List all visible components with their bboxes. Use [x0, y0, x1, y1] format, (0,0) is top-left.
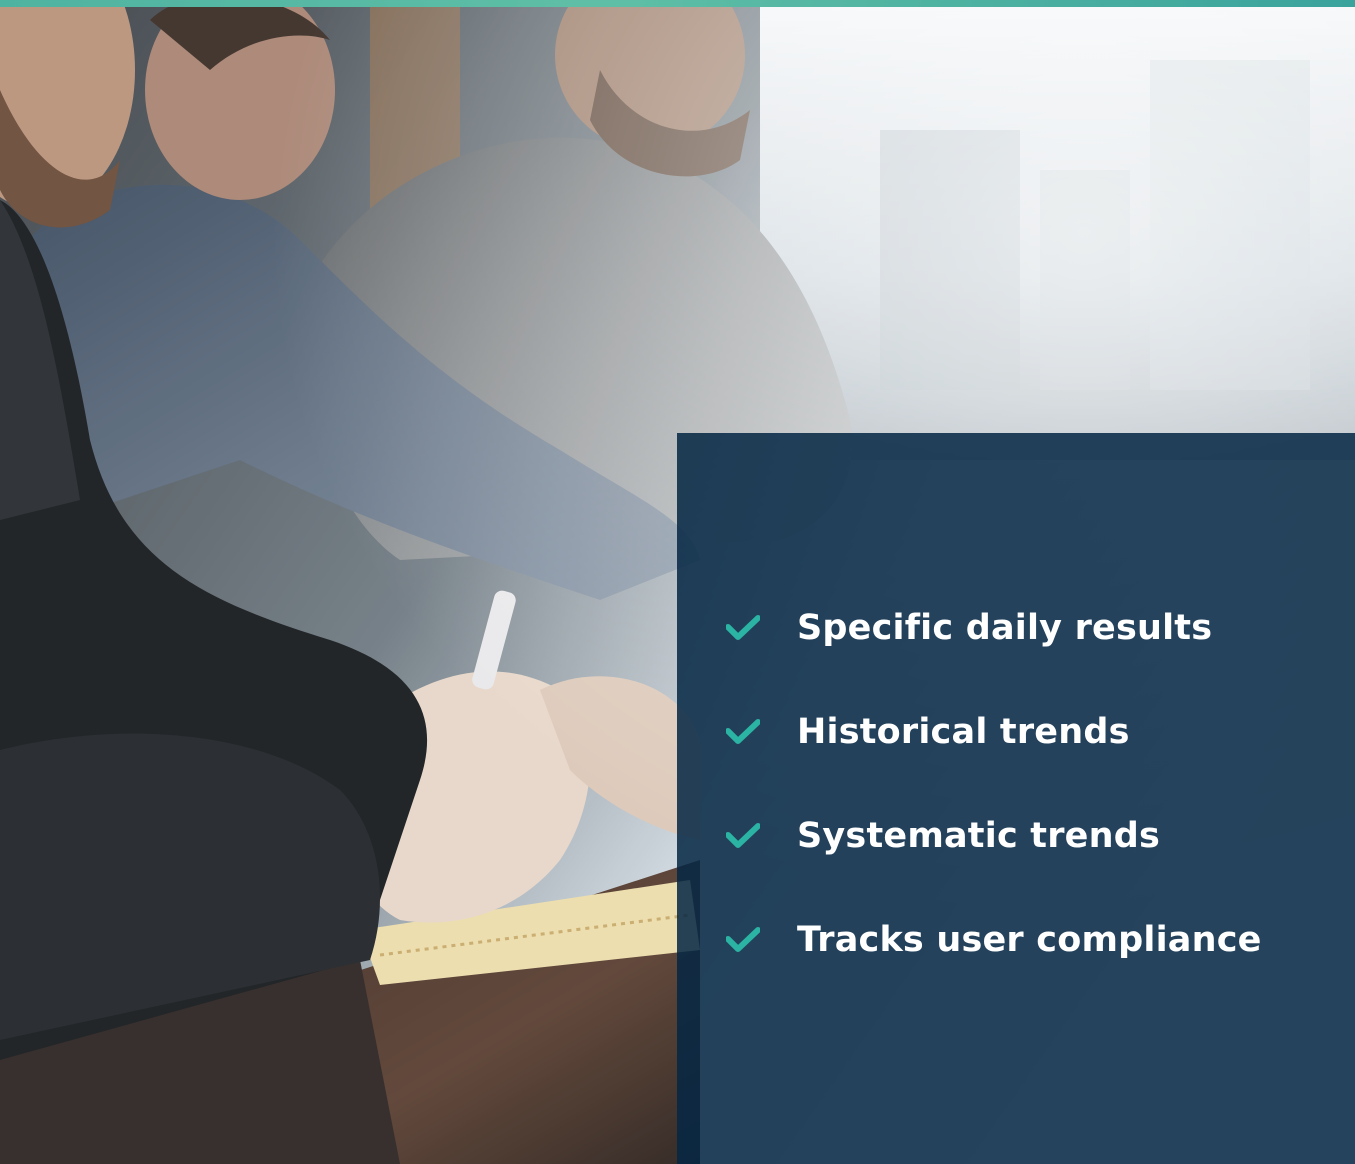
feature-item: Systematic trends [725, 816, 1262, 856]
feature-label: Historical trends [797, 712, 1130, 752]
check-icon [725, 718, 761, 746]
top-accent-bar [0, 0, 1355, 7]
feature-panel: Specific daily results Historical trends… [677, 433, 1355, 1164]
feature-item: Specific daily results [725, 608, 1262, 648]
feature-label: Specific daily results [797, 608, 1213, 648]
page: Specific daily results Historical trends… [0, 0, 1355, 1164]
feature-label: Tracks user compliance [797, 920, 1262, 960]
feature-item: Tracks user compliance [725, 920, 1262, 960]
feature-label: Systematic trends [797, 816, 1161, 856]
check-icon [725, 822, 761, 850]
feature-list: Specific daily results Historical trends… [725, 608, 1262, 960]
check-icon [725, 926, 761, 954]
feature-item: Historical trends [725, 712, 1262, 752]
check-icon [725, 614, 761, 642]
